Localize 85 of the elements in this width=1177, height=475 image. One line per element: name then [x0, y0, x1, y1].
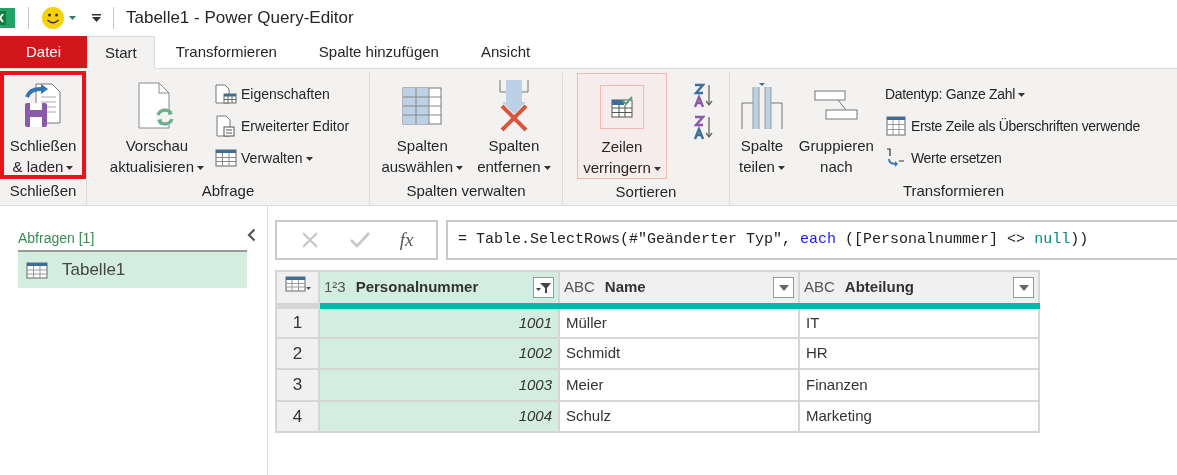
smiley-icon[interactable]: [41, 6, 65, 30]
ribbon-group-label: Spalten verwalten: [405, 180, 527, 201]
queries-heading: Abfragen [1]: [18, 229, 95, 248]
ribbon-tab[interactable]: Transformieren: [154, 36, 298, 68]
ribbon-button[interactable]: Zeilen verringern: [577, 73, 667, 179]
table-icon: [402, 87, 443, 125]
ribbon-tab[interactable]: Spalte hinzufügen: [297, 36, 460, 68]
column-header[interactable]: ABC Name: [559, 271, 799, 306]
table-cell: Meier: [559, 369, 799, 401]
ribbon-group-label: Transformieren: [901, 180, 1006, 201]
table-cell: 1002: [319, 337, 559, 369]
filter-rows-icon: [600, 85, 644, 129]
column-label: Name: [604, 277, 647, 298]
ribbon-button[interactable]: Spalten entfernen: [474, 73, 554, 177]
filter-icon: [535, 281, 552, 294]
caret-icon: [777, 166, 785, 171]
table-icon: [885, 116, 906, 136]
ribbon-command[interactable]: Werte ersetzen: [884, 144, 1140, 172]
table-cell: Finanzen: [799, 369, 1039, 401]
split-column-icon: [740, 83, 783, 129]
ribbon-group-label: Sortieren: [614, 181, 678, 202]
caret-icon: [197, 166, 205, 171]
table-cell: 1003: [319, 369, 559, 401]
caret-icon: [305, 156, 313, 161]
group-by-icon: [814, 90, 859, 122]
column-header[interactable]: 1²3 Personalnummer: [319, 271, 559, 306]
table-icon: [26, 261, 48, 279]
customize-toolbar-icon[interactable]: [92, 14, 101, 22]
query-item[interactable]: Tabelle1: [18, 252, 247, 288]
caret-icon: [1018, 92, 1026, 97]
properties-icon: [215, 84, 238, 104]
formula-field[interactable]: = Table.SelectRows(#"Geänderter Typ", each ([Personalnummer] <> null)): [446, 220, 1177, 260]
ribbon-button[interactable]: Vorschau aktualisieren: [106, 73, 208, 177]
type-indicator-icon[interactable]: ABC: [804, 276, 835, 299]
editor-document-icon: [216, 115, 237, 137]
row-number: 3: [276, 369, 319, 401]
table-cell: Schmidt: [559, 337, 799, 369]
caret-icon: [543, 166, 551, 171]
ribbon-command[interactable]: Datentyp: Ganze Zahl: [884, 80, 1140, 108]
caret-icon: [778, 284, 789, 291]
function-icon[interactable]: fx: [399, 225, 414, 255]
collapse-icon[interactable]: [247, 227, 256, 242]
row-number: 4: [276, 400, 319, 432]
dropdown-button[interactable]: [1013, 277, 1034, 298]
ribbon-button[interactable]: Spalte teilen: [736, 73, 788, 177]
row-number: 2: [276, 337, 319, 369]
caret-icon[interactable]: [69, 16, 76, 20]
ribbon-command[interactable]: Eigenschaften: [215, 80, 350, 108]
ribbon-tab[interactable]: Ansicht: [459, 36, 552, 68]
filter-button[interactable]: [533, 277, 554, 298]
refresh-document-icon: [136, 82, 177, 130]
ribbon-group-label: Abfrage: [200, 180, 256, 201]
ribbon-button[interactable]: Gruppieren nach: [795, 73, 877, 177]
window-title: Tabelle1 - Power Query-Editor: [126, 7, 354, 30]
remove-column-icon: [496, 80, 531, 132]
column-header[interactable]: ABC Abteilung: [799, 271, 1039, 306]
ribbon-command[interactable]: Erste Zeile als Überschriften verwende: [884, 112, 1140, 140]
sort-descending-icon[interactable]: [693, 115, 715, 141]
dropdown-button[interactable]: [773, 277, 794, 298]
caret-icon: [66, 166, 74, 171]
ribbon-group-label: Schließen: [8, 180, 78, 201]
caret-icon: [456, 166, 464, 171]
column-label: Abteilung: [844, 277, 915, 298]
ribbon-button[interactable]: Schließen & laden: [2, 73, 84, 177]
excel-logo-icon[interactable]: [0, 7, 16, 29]
ribbon-command[interactable]: Verwalten: [215, 144, 350, 172]
table-icon: [215, 149, 238, 167]
check-icon[interactable]: [348, 231, 371, 249]
save-and-close-icon: [24, 83, 62, 129]
file-tab[interactable]: Datei: [0, 36, 88, 68]
sort-ascending-icon[interactable]: [693, 83, 715, 109]
caret-icon: [1018, 284, 1029, 291]
ribbon-button[interactable]: Spalten auswählen: [378, 73, 467, 177]
table-cell: HR: [799, 337, 1039, 369]
column-label: Personalnummer: [355, 277, 480, 298]
table-cell: 1004: [319, 400, 559, 432]
table-cell: Marketing: [799, 400, 1039, 432]
type-indicator-icon[interactable]: 1²3: [324, 276, 346, 299]
replace-values-icon: [884, 147, 907, 169]
caret-icon: [653, 167, 661, 172]
type-indicator-icon[interactable]: ABC: [564, 276, 595, 299]
ribbon-tab[interactable]: Start: [87, 36, 155, 69]
ribbon-command[interactable]: Erweiterter Editor: [215, 112, 350, 140]
table-menu-button[interactable]: [284, 276, 311, 293]
table-cell: Schulz: [559, 400, 799, 432]
